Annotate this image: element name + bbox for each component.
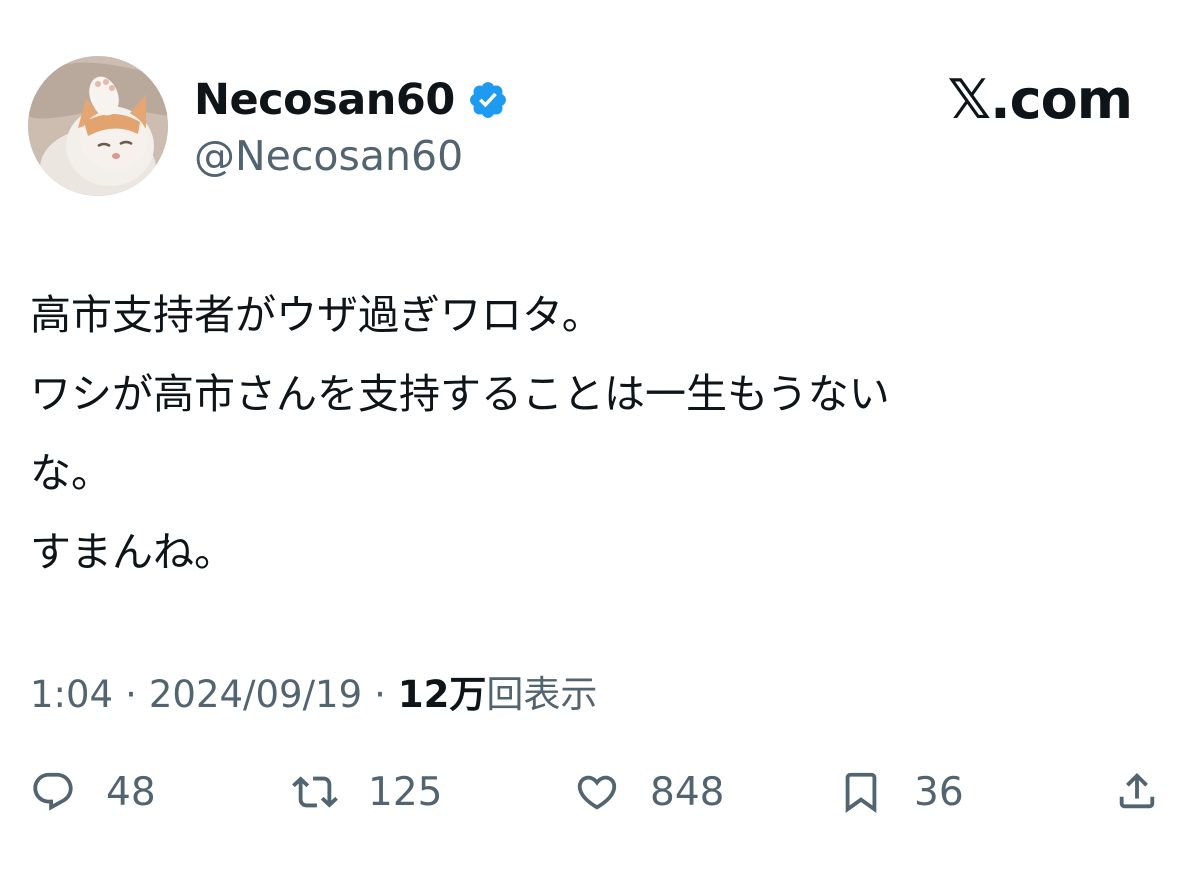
heart-icon xyxy=(577,775,617,810)
tweet-line: な。 xyxy=(30,449,112,497)
tweet-meta: 1:04 · 2024/09/19 · 12万 回表示 xyxy=(30,664,597,718)
x-brand-logo: 𝕏.com xyxy=(947,68,1133,131)
share-button[interactable] xyxy=(1114,768,1160,816)
bookmark-icon xyxy=(845,772,877,813)
reply-count: 48 xyxy=(106,769,156,815)
tweet-line: すまんね。 xyxy=(30,528,235,576)
bookmark-button[interactable]: 36 xyxy=(838,760,964,824)
views-count[interactable]: 12万 xyxy=(398,664,487,718)
views-label: 回表示 xyxy=(486,673,598,716)
tweet-line: ワシが高市さんを支持することは一生もうない xyxy=(30,370,890,418)
tweet-time[interactable]: 1:04 xyxy=(30,673,113,716)
author-handle[interactable]: @Necosan60 xyxy=(194,132,463,180)
repost-button[interactable]: 125 xyxy=(292,760,442,824)
repost-count: 125 xyxy=(368,769,443,815)
bookmark-count: 36 xyxy=(914,769,964,815)
share-icon xyxy=(1119,772,1155,809)
like-count: 848 xyxy=(650,769,725,815)
reply-icon xyxy=(33,772,73,811)
repost-icon xyxy=(292,776,338,808)
verified-badge-icon xyxy=(467,79,509,121)
action-bar: 48 125 848 36 xyxy=(0,760,1200,824)
cat-avatar-image xyxy=(28,56,168,196)
tweet-line: 高市支持者がウザ過ぎワロタ。 xyxy=(30,291,603,339)
tweet-date[interactable]: 2024/09/19 xyxy=(149,673,362,716)
meta-separator: · xyxy=(125,673,137,716)
meta-separator: · xyxy=(374,673,386,716)
tweet-text: 高市支持者がウザ過ぎワロタ。 ワシが高市さんを支持することは一生もうない な。 … xyxy=(30,276,1150,592)
avatar[interactable] xyxy=(28,56,168,196)
like-button[interactable]: 848 xyxy=(574,760,724,824)
reply-button[interactable]: 48 xyxy=(30,760,156,824)
display-name[interactable]: Necosan60 xyxy=(194,75,455,125)
author-name-row[interactable]: Necosan60 xyxy=(194,70,509,130)
